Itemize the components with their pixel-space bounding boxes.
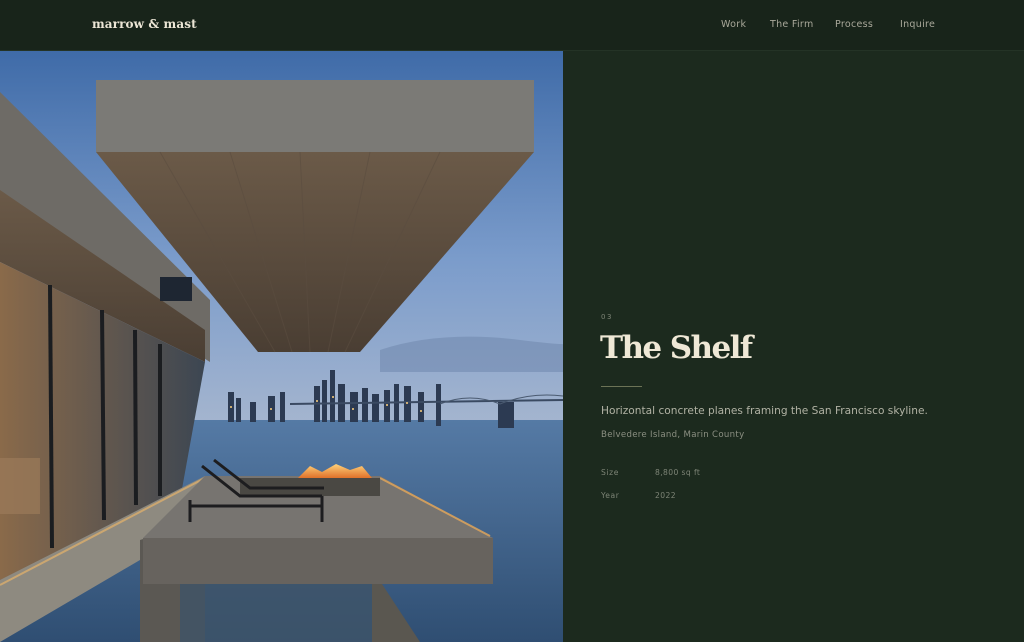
meta-year-label: Year bbox=[601, 491, 620, 500]
nav-item-work[interactable]: Work bbox=[721, 19, 746, 30]
meta-size-value: 8,800 sq ft bbox=[655, 468, 701, 477]
nav-item-process[interactable]: Process bbox=[835, 19, 873, 30]
project-location: Belvedere Island, Marin County bbox=[601, 430, 745, 440]
project-title: The Shelf bbox=[600, 330, 753, 366]
project-number: 03 bbox=[601, 313, 613, 321]
nav-item-the-firm[interactable]: The Firm bbox=[770, 19, 814, 30]
project-description: Horizontal concrete planes framing the S… bbox=[601, 405, 928, 417]
title-divider bbox=[601, 386, 642, 387]
project-photo bbox=[0, 51, 563, 642]
brand-logo[interactable]: marrow & mast bbox=[92, 17, 197, 31]
top-navigation-bar: marrow & mast Work The Firm Process Inqu… bbox=[0, 0, 1024, 51]
meta-size-label: Size bbox=[601, 468, 619, 477]
meta-year-value: 2022 bbox=[655, 491, 676, 500]
nav-item-inquire[interactable]: Inquire bbox=[900, 19, 935, 30]
house-photo-illustration bbox=[0, 51, 563, 642]
